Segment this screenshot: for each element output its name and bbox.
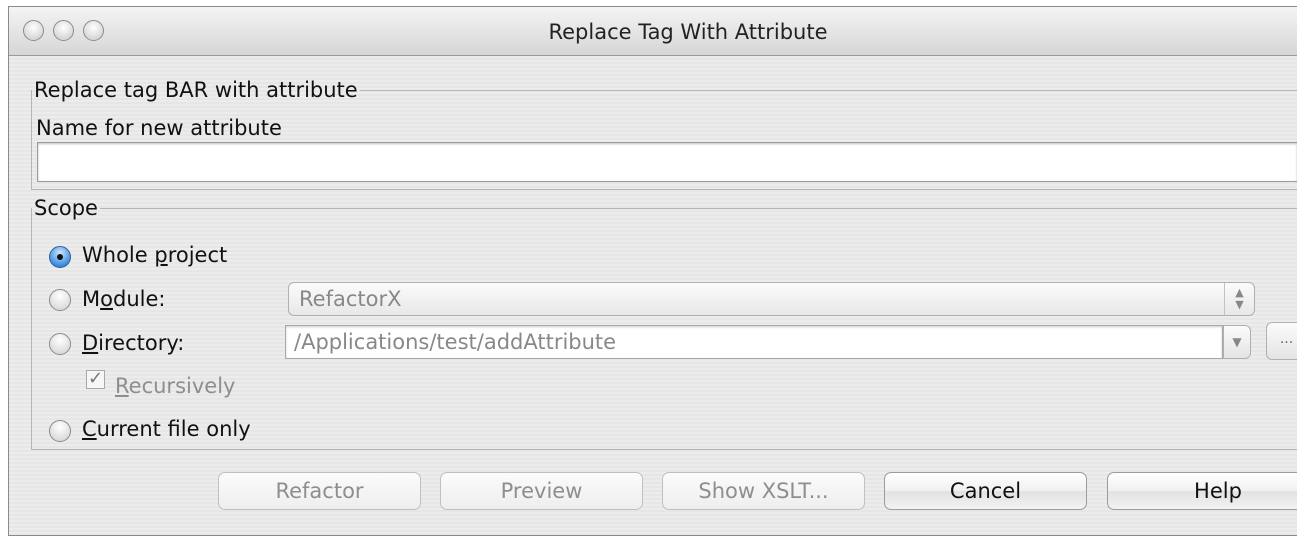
scope-group-legend: Scope — [34, 196, 98, 220]
title-bar: Replace Tag With Attribute — [9, 7, 1297, 56]
help-button[interactable]: Help — [1107, 472, 1297, 510]
browse-directory-button[interactable]: ... — [1266, 322, 1297, 360]
up-down-arrows-icon: ▲ ▼ — [1224, 283, 1254, 315]
refactor-button[interactable]: Refactor — [218, 472, 421, 510]
module-radio[interactable] — [49, 289, 71, 311]
window-title: Replace Tag With Attribute — [548, 20, 828, 44]
current-file-only-radio[interactable] — [49, 420, 71, 442]
whole-project-label[interactable]: Whole project — [82, 243, 227, 267]
dialog-content: Replace tag BAR with attribute Name for … — [9, 56, 1297, 535]
chevron-down-icon: ▼ — [1232, 335, 1242, 349]
recursively-checkbox[interactable]: ✓ — [86, 370, 105, 389]
directory-dropdown-button[interactable]: ▼ — [1223, 325, 1251, 359]
directory-input[interactable]: /Applications/test/addAttribute — [285, 325, 1223, 359]
attribute-group-legend: Replace tag BAR with attribute — [34, 78, 358, 102]
cancel-button[interactable]: Cancel — [884, 472, 1087, 510]
module-select[interactable]: RefactorX ▲ ▼ — [288, 282, 1255, 316]
preview-button[interactable]: Preview — [440, 472, 643, 510]
checkmark-icon: ✓ — [87, 368, 104, 389]
current-file-only-label[interactable]: Current file only — [82, 417, 251, 441]
directory-radio[interactable] — [49, 333, 71, 355]
whole-project-radio[interactable] — [49, 246, 71, 268]
scope-group: Scope — [31, 196, 1297, 450]
directory-label[interactable]: Directory: — [82, 331, 184, 355]
dialog-window: Replace Tag With Attribute Replace tag B… — [8, 6, 1297, 536]
attribute-name-input[interactable] — [37, 142, 1297, 182]
recursively-label[interactable]: Recursively — [115, 374, 235, 398]
module-label[interactable]: Module: — [82, 287, 165, 311]
show-xslt-button[interactable]: Show XSLT... — [662, 472, 865, 510]
module-select-value: RefactorX — [299, 287, 402, 311]
attribute-name-label: Name for new attribute — [36, 116, 282, 140]
